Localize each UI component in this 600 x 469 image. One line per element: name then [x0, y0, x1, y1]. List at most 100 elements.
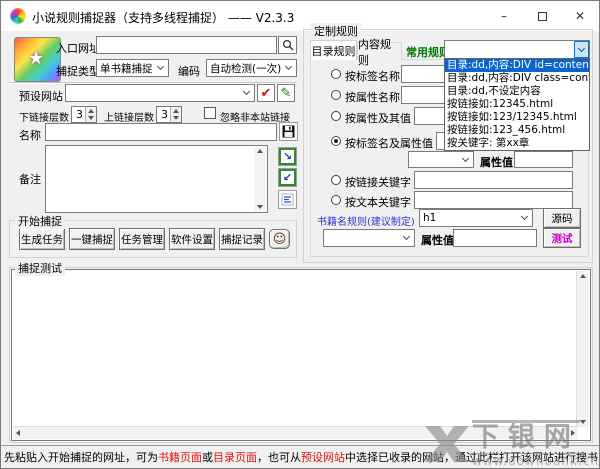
scroll-up-icon[interactable]	[580, 274, 586, 278]
attr-value-label: 属性值	[480, 154, 513, 170]
radio-by-attr-name[interactable]	[331, 90, 341, 100]
book-name-rule-select[interactable]: h1	[419, 209, 533, 227]
source-code-button[interactable]: 源码	[543, 208, 581, 228]
capture-type-value: 单书籍捕捉	[100, 61, 153, 76]
search-button[interactable]	[278, 36, 297, 54]
dropdown-item[interactable]: 目录:dd,内容:DIV id=content	[445, 59, 589, 72]
app-logo	[14, 37, 61, 82]
encoding-label: 编码	[178, 63, 200, 79]
save-button[interactable]	[279, 122, 298, 141]
capture-test-textarea[interactable]	[11, 269, 591, 441]
dropdown-item[interactable]: 按链接如:123/12345.html	[445, 111, 589, 124]
app-window: 小说规则捕捉器（支持多线程捕捉） —— V2.3.3 – ✕ 入口网址 捕捉类型…	[0, 0, 600, 469]
radio-by-link-keyword-label: 按链接关键字	[345, 174, 411, 190]
edit-site-button[interactable]: ✎	[277, 84, 295, 102]
test-button[interactable]: 测试	[543, 228, 581, 248]
stepper-down-icon[interactable]	[86, 115, 96, 123]
by-link-keyword-input[interactable]	[414, 171, 573, 189]
export-button[interactable]: ↘	[278, 147, 297, 166]
attr-value-input[interactable]	[514, 151, 573, 168]
one-click-capture-button[interactable]: 一键捕捉	[69, 228, 115, 250]
stepper-up-icon[interactable]	[86, 107, 96, 115]
radio-by-tag-name[interactable]	[331, 69, 341, 79]
encoding-value: 自动检测(一次)	[210, 61, 281, 76]
chevron-down-icon	[281, 60, 296, 76]
name-input[interactable]	[45, 123, 277, 141]
minimize-button[interactable]: –	[485, 1, 523, 31]
chevron-down-icon	[239, 85, 254, 101]
report-list-icon	[281, 193, 294, 206]
floppy-save-icon	[282, 125, 295, 138]
generate-task-button[interactable]: 生成任务	[19, 228, 65, 250]
radio-by-attr-and-value-label: 按属性及其值	[345, 110, 411, 126]
software-settings-button[interactable]: 软件设置	[169, 228, 215, 250]
confirm-site-button[interactable]: ✔	[257, 84, 275, 102]
export-arrow-icon: ↘	[279, 148, 296, 165]
attr-value2-input[interactable]	[453, 229, 537, 247]
dropdown-item[interactable]: 按链接如:12345.html	[445, 98, 589, 111]
status-text-preset-site: 预设网站	[301, 451, 345, 464]
down-link-depth-value: 3	[72, 107, 85, 122]
radio-by-text-keyword[interactable]	[331, 195, 341, 205]
close-button[interactable]: ✕	[561, 1, 599, 31]
watermark-logo-icon	[424, 423, 470, 465]
tag-name-select[interactable]	[408, 151, 474, 168]
close-icon: ✕	[575, 9, 585, 23]
window-title: 小说规则捕捉器（支持多线程捕捉） —— V2.3.3	[32, 9, 294, 26]
name-label: 名称	[19, 127, 41, 143]
status-text-book-page: 书籍页面	[158, 451, 202, 464]
stepper-up-icon[interactable]	[171, 107, 181, 115]
tab-content-rules[interactable]: 内容规则	[357, 42, 402, 60]
red-check-icon: ✔	[261, 86, 272, 101]
maximize-button[interactable]	[523, 1, 561, 31]
preset-site-select[interactable]	[65, 84, 255, 102]
status-text: 先粘贴入开始捕捉的网址，可为	[4, 451, 158, 464]
attr-value2-label: 属性值	[421, 232, 454, 248]
radio-by-tag-and-attr-value[interactable]	[331, 136, 341, 146]
status-text: ，也可从	[257, 451, 301, 464]
dropdown-item[interactable]: 目录:dd,不设定内容	[445, 85, 589, 98]
capture-type-select[interactable]: 单书籍捕捉	[96, 59, 169, 77]
common-rules-dropdown-list: 目录:dd,内容:DIV id=content 目录:dd,内容:DIV cla…	[444, 58, 590, 151]
chevron-down-icon	[517, 210, 532, 226]
scroll-up-icon[interactable]	[257, 149, 263, 153]
report-button[interactable]	[278, 190, 297, 209]
status-text-catalog-page: 目录页面	[213, 451, 257, 464]
entry-url-input[interactable]	[96, 36, 277, 54]
watermark-site-url: www.downbank.cn	[472, 454, 599, 468]
scroll-down-icon[interactable]	[257, 205, 263, 209]
remark-textarea[interactable]	[45, 145, 268, 213]
by-text-keyword-input[interactable]	[414, 191, 573, 209]
down-link-depth-stepper[interactable]: 3	[71, 106, 97, 123]
dropdown-item[interactable]: 按关键字: 第xx章	[445, 137, 589, 150]
scroll-left-icon[interactable]	[16, 430, 20, 436]
tab-catalog-rules[interactable]: 目录规则	[310, 40, 357, 60]
import-button[interactable]: ↙	[278, 168, 297, 187]
bottom-tag-select[interactable]	[323, 229, 415, 247]
start-capture-group-label: 开始捕捉	[15, 213, 65, 229]
remark-scrollbar[interactable]	[254, 147, 266, 211]
task-manage-button[interactable]: 任务管理	[119, 228, 165, 250]
common-rules-select[interactable]	[444, 40, 590, 59]
capture-record-button[interactable]: 捕捉记录	[219, 228, 265, 250]
chat-button[interactable]: ☺	[269, 229, 290, 249]
dropdown-item[interactable]: 按链接如:123_456.html	[445, 124, 589, 137]
up-link-depth-stepper[interactable]: 3	[156, 106, 182, 123]
capture-test-vscrollbar[interactable]	[576, 271, 589, 427]
radio-by-tag-name-label: 按标签名称	[345, 68, 400, 84]
chevron-down-icon	[458, 152, 473, 167]
title-bar: 小说规则捕捉器（支持多线程捕捉） —— V2.3.3 – ✕	[1, 1, 599, 31]
chevron-down-icon	[153, 60, 168, 76]
minimize-icon: –	[501, 9, 507, 23]
radio-by-link-keyword[interactable]	[331, 175, 341, 185]
radio-by-attr-and-value[interactable]	[331, 111, 341, 121]
ignore-external-checkbox[interactable]	[204, 107, 216, 119]
custom-rules-group-label: 定制规则	[311, 23, 361, 39]
import-arrow-icon: ↙	[279, 169, 296, 186]
up-link-depth-value: 3	[157, 107, 170, 122]
encoding-select[interactable]: 自动检测(一次)	[206, 59, 297, 77]
dropdown-item[interactable]: 目录:dd,内容:DIV class=content	[445, 72, 589, 85]
stepper-down-icon[interactable]	[171, 115, 181, 123]
status-text: 或	[202, 451, 213, 464]
watermark-site-name: 下银网	[472, 420, 580, 454]
